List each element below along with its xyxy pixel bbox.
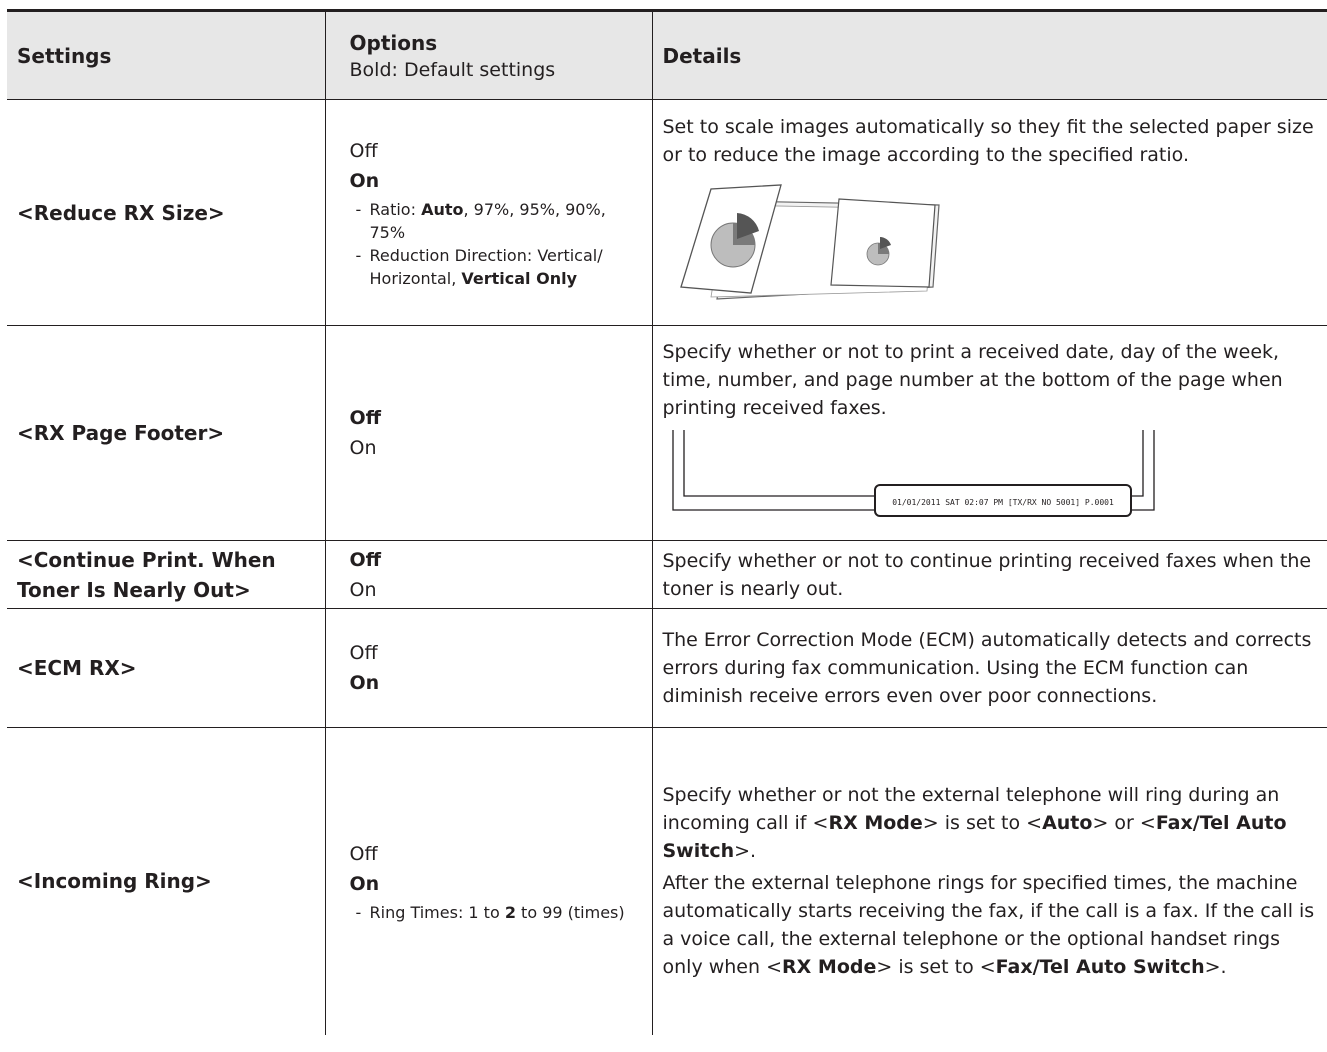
option-on: On [349, 578, 377, 601]
setting-name: <ECM RX> [7, 608, 325, 728]
sub-option-ratio: Ratio: Auto, 97%, 95%, 90%, 75% [356, 198, 642, 244]
sub-options-list: Ring Times: 1 to 2 to 99 (times) [350, 901, 642, 924]
setting-options: Off On Ratio: Auto, 97%, 95%, 90%, 75% R… [324, 99, 652, 326]
option-off: Off [349, 139, 378, 162]
details-text-2: After the external telephone rings for s… [662, 872, 1315, 979]
details-text: Specify whether or not to print a receiv… [662, 341, 1283, 419]
options-header-label: Options [349, 30, 438, 55]
setting-name: <RX Page Footer> [7, 325, 325, 541]
details-column-header: Details [651, 10, 1327, 100]
option-off: Off [349, 407, 382, 429]
setting-options: Off On [324, 608, 652, 728]
option-off: Off [349, 548, 382, 571]
setting-options: Off On [324, 325, 652, 541]
footer-sample-text: 01/01/2011 SAT 02:07 PM [TX/RX NO 5001] … [892, 498, 1114, 507]
settings-column-header: Settings [17, 43, 112, 68]
table-row: <Reduce RX Size> Off On Ratio: Auto, 97%… [7, 99, 1327, 326]
setting-name: <Continue Print. When Toner Is Nearly Ou… [7, 540, 325, 609]
option-on: On [349, 169, 380, 192]
settings-table: Settings Options Bold: Default settings … [7, 9, 1327, 1035]
option-on: On [349, 437, 377, 459]
details-text: Specify whether or not to continue print… [662, 549, 1312, 600]
options-column-header: Options Bold: Default settings [324, 10, 652, 100]
page-footer-illustration: 01/01/2011 SAT 02:07 PM [TX/RX NO 5001] … [671, 430, 1155, 517]
setting-options: Off On [324, 540, 652, 609]
options-header-note: Bold: Default settings [349, 58, 556, 81]
table-header-row: Settings Options Bold: Default settings … [7, 10, 1327, 100]
option-off: Off [349, 842, 378, 865]
table-row: <Continue Print. When Toner Is Nearly Ou… [7, 540, 1327, 609]
setting-details: Specify whether or not the external tele… [651, 727, 1327, 1035]
reduce-size-illustration [679, 183, 940, 300]
setting-options: Off On Ring Times: 1 to 2 to 99 (times) [324, 727, 652, 1035]
option-on: On [349, 672, 380, 694]
option-off: Off [349, 642, 378, 664]
option-on: On [349, 872, 380, 895]
table-row: <Incoming Ring> Off On Ring Times: 1 to … [7, 727, 1327, 1035]
setting-details: Specify whether or not to print a receiv… [651, 325, 1327, 541]
details-text: The Error Correction Mode (ECM) automati… [662, 629, 1312, 707]
details-text: Specify whether or not the external tele… [662, 784, 1287, 863]
setting-details: Set to scale images automatically so the… [651, 99, 1327, 326]
sub-options-list: Ratio: Auto, 97%, 95%, 90%, 75% Reductio… [350, 198, 642, 290]
details-text: Set to scale images automatically so the… [662, 115, 1314, 166]
setting-details: The Error Correction Mode (ECM) automati… [651, 608, 1327, 728]
sub-option-direction: Reduction Direction: Vertical/ Horizonta… [356, 244, 642, 290]
setting-name: <Reduce RX Size> [7, 99, 325, 326]
table-row: <RX Page Footer> Off On Specify whether … [7, 325, 1327, 541]
table-row: <ECM RX> Off On The Error Correction Mod… [7, 608, 1327, 728]
setting-details: Specify whether or not to continue print… [651, 540, 1327, 609]
sub-option-ring-times: Ring Times: 1 to 2 to 99 (times) [356, 901, 642, 924]
setting-name: <Incoming Ring> [7, 727, 325, 1035]
